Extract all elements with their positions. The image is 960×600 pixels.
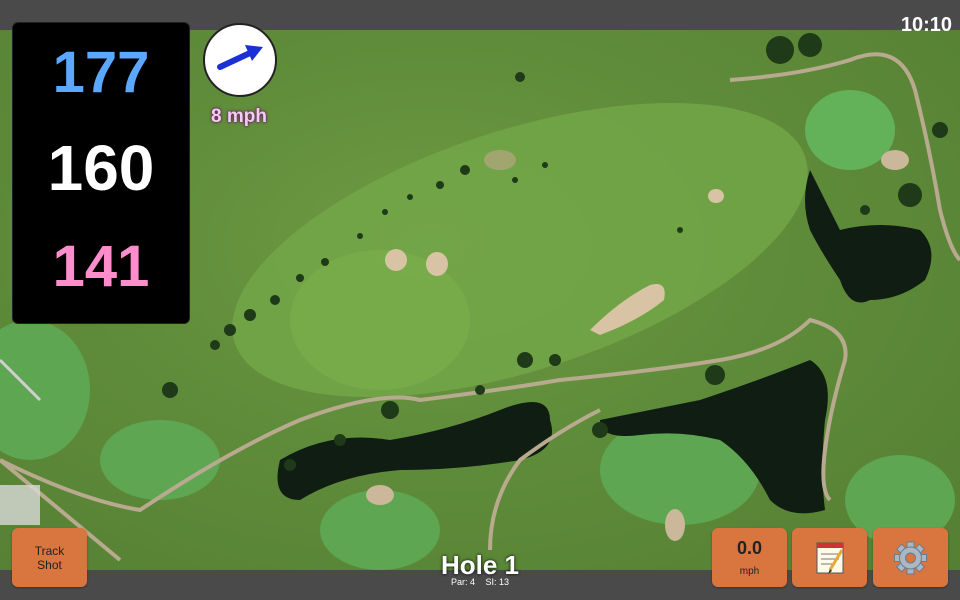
- speed-unit: mph: [739, 566, 760, 577]
- wind-indicator: [203, 23, 277, 97]
- distance-front: 141: [52, 234, 150, 299]
- track-shot-button[interactable]: Track Shot: [12, 528, 87, 587]
- gear-icon: [894, 541, 927, 575]
- notepad-icon: [816, 542, 844, 574]
- track-shot-label-line1: Track: [34, 544, 65, 558]
- distance-back: 177: [52, 40, 150, 105]
- wind-speed-label: 8 mph: [211, 106, 267, 127]
- hole-info: Par: 4 SI: 13: [380, 577, 580, 587]
- settings-button[interactable]: [873, 528, 948, 587]
- notes-button[interactable]: [792, 528, 867, 587]
- arrow-icon: [217, 45, 263, 70]
- speed-button[interactable]: 0.0 mph: [712, 528, 787, 587]
- speed-value: 0.0: [736, 538, 763, 558]
- track-shot-label-line2: Shot: [37, 558, 62, 572]
- distance-panel: 177 160 141: [12, 22, 190, 324]
- hole-par: Par: 4: [450, 577, 475, 587]
- clock: 10:10: [900, 14, 952, 36]
- distance-middle: 160: [47, 132, 155, 204]
- hole-stroke-index: SI: 13: [485, 577, 510, 587]
